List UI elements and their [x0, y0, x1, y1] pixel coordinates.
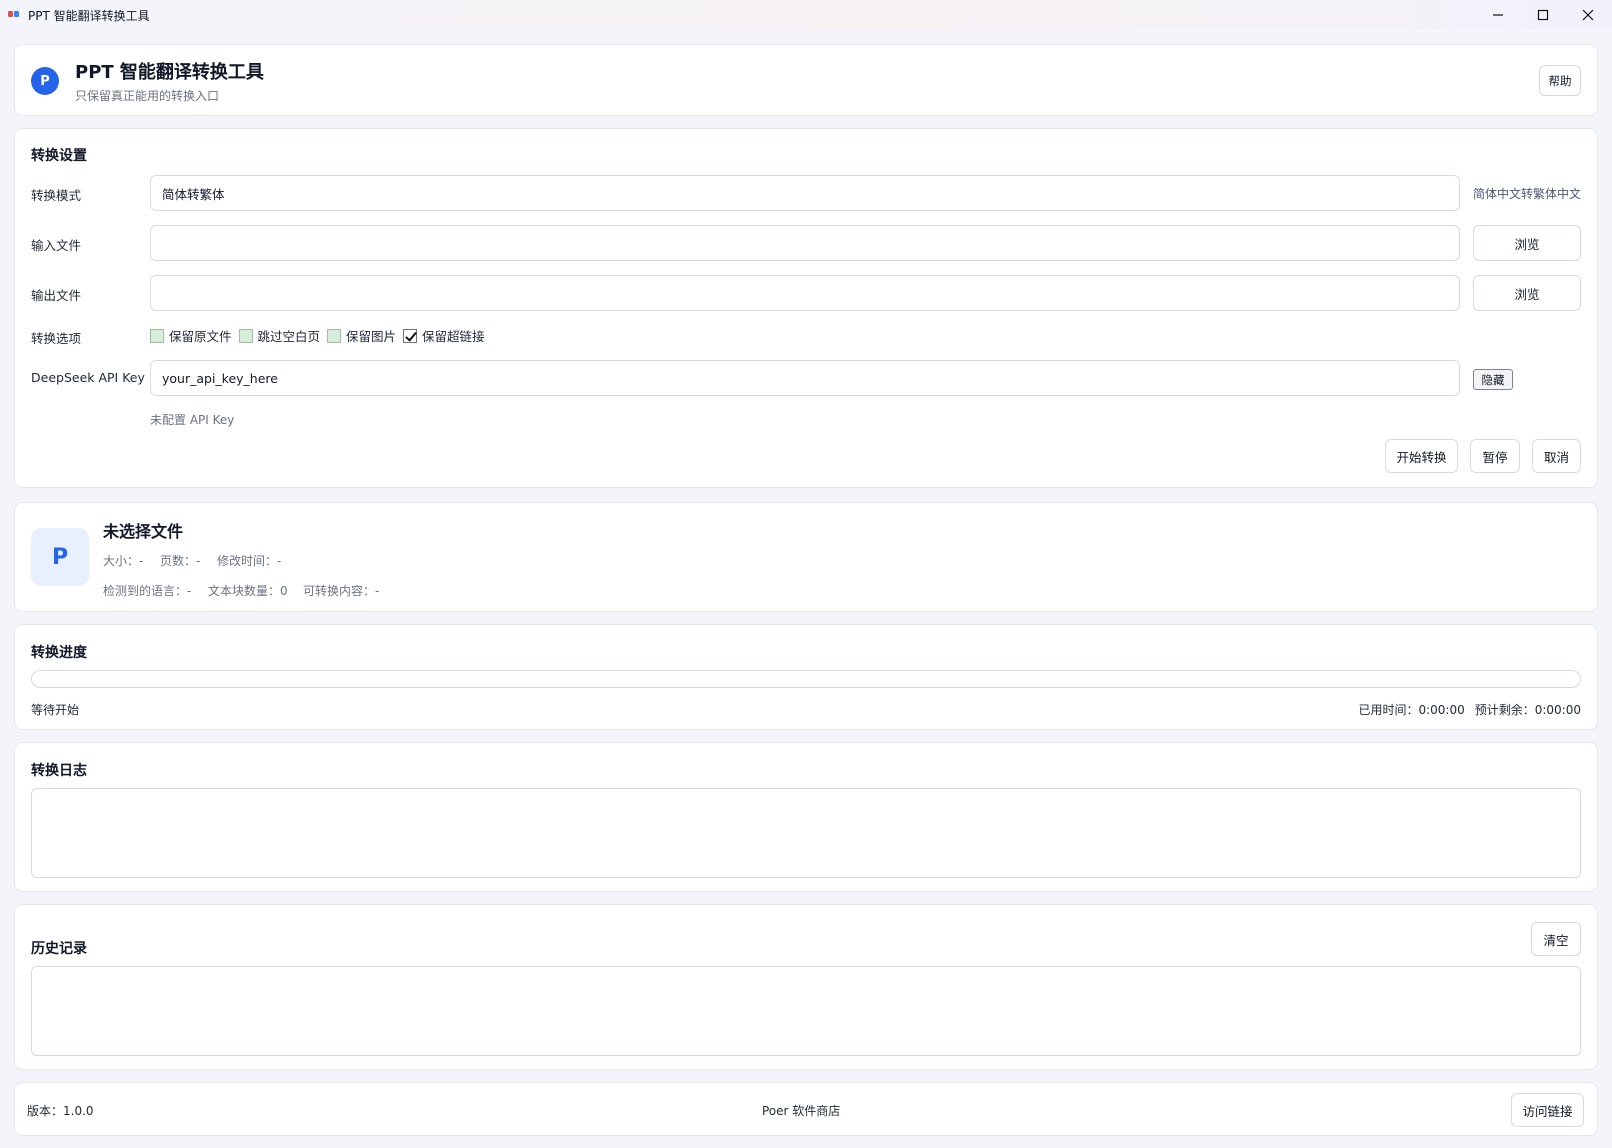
options-label: 转换选项 [31, 331, 82, 346]
progress-status: 等待开始 [31, 703, 80, 717]
mode-value: 简体转繁体 [162, 186, 225, 202]
progress-bar [31, 670, 1581, 688]
header-card: P PPT 智能翻译转换工具 只保留真正能用的转换入口 帮助 [14, 44, 1598, 116]
mode-select[interactable]: 简体转繁体 [150, 175, 1460, 211]
file-language: 检测到的语言：- [103, 584, 192, 598]
progress-times: 已用时间：0:00:00 预计剩余：0:00:00 [1358, 701, 1581, 718]
version-text: 版本：1.0.0 [27, 1104, 94, 1118]
file-name: 未选择文件 [103, 522, 184, 541]
maximize-button[interactable] [1521, 0, 1565, 30]
option-label-keep-images: 保留图片 [346, 329, 397, 344]
api-key-status: 未配置 API Key [150, 413, 235, 427]
remaining-time: 预计剩余：0:00:00 [1474, 703, 1581, 717]
options-group: 保留原文件 跳过空白页 保留图片 保留超链接 [150, 326, 492, 345]
log-textarea[interactable] [31, 788, 1581, 878]
store-name: Poer 软件商店 [762, 1104, 841, 1118]
input-browse-button[interactable]: 浏览 [1473, 225, 1581, 261]
option-checkbox-keep-original[interactable] [150, 328, 164, 343]
pause-button[interactable]: 暂停 [1470, 439, 1520, 473]
history-card: 历史记录 清空 [14, 904, 1598, 1070]
app-logo-icon [8, 9, 22, 19]
api-key-value: your_api_key_here [162, 370, 278, 386]
output-file-field[interactable] [150, 275, 1460, 311]
api-key-toggle-button[interactable]: 隐藏 [1473, 369, 1513, 390]
page-title: PPT 智能翻译转换工具 [75, 62, 264, 83]
file-pages: 页数：- [160, 554, 201, 568]
log-title: 转换日志 [31, 763, 87, 779]
start-convert-button[interactable]: 开始转换 [1385, 439, 1458, 473]
settings-card: 转换设置 转换模式 简体转繁体 简体中文转繁体中文 输入文件 浏览 输出文件 浏… [14, 128, 1598, 488]
file-convertible: 可转换内容：- [303, 584, 380, 598]
file-size: 大小：- [103, 554, 144, 568]
api-key-label: DeepSeek API Key [31, 370, 145, 385]
app-avatar: P [31, 67, 59, 95]
close-icon [1582, 9, 1594, 21]
log-card: 转换日志 [14, 742, 1598, 892]
elapsed-time: 已用时间：0:00:00 [1358, 703, 1465, 717]
mode-hint: 简体中文转繁体中文 [1473, 187, 1582, 201]
minimize-icon [1493, 14, 1503, 16]
minimize-button[interactable] [1476, 0, 1520, 30]
option-label-keep-links: 保留超链接 [422, 329, 485, 344]
window-title: PPT 智能翻译转换工具 [28, 9, 150, 23]
api-key-input[interactable]: your_api_key_here [150, 360, 1460, 396]
output-browse-button[interactable]: 浏览 [1473, 275, 1581, 311]
option-checkbox-keep-images[interactable] [327, 328, 342, 343]
input-file-label: 输入文件 [31, 238, 82, 253]
maximize-icon [1537, 9, 1549, 21]
input-file-field[interactable] [150, 225, 1460, 261]
file-modified: 修改时间：- [217, 554, 282, 568]
option-checkbox-keep-links[interactable] [403, 328, 418, 343]
close-button[interactable] [1566, 0, 1610, 30]
history-title: 历史记录 [31, 941, 87, 957]
window-titlebar: PPT 智能翻译转换工具 [0, 0, 1612, 30]
help-button[interactable]: 帮助 [1539, 65, 1581, 96]
page-subtitle: 只保留真正能用的转换入口 [75, 89, 220, 103]
progress-card: 转换进度 等待开始 已用时间：0:00:00 预计剩余：0:00:00 [14, 624, 1598, 730]
history-list[interactable] [31, 966, 1581, 1056]
file-info-card: P 未选择文件 大小：- 页数：- 修改时间：- 检测到的语言：- 文本块数量：… [14, 502, 1598, 612]
mode-label: 转换模式 [31, 188, 82, 203]
option-label-keep-original: 保留原文件 [169, 329, 232, 344]
output-file-label: 输出文件 [31, 288, 82, 303]
file-text-blocks: 文本块数量：0 [208, 584, 288, 598]
cancel-button[interactable]: 取消 [1532, 439, 1581, 473]
clear-history-button[interactable]: 清空 [1531, 922, 1581, 956]
option-label-skip-blank: 跳过空白页 [257, 329, 321, 344]
visit-link-button[interactable]: 访问链接 [1511, 1093, 1584, 1127]
file-type-icon: P [31, 528, 89, 586]
progress-title: 转换进度 [31, 645, 87, 661]
footer-card: 版本：1.0.0 Poer 软件商店 访问链接 [14, 1082, 1598, 1136]
option-checkbox-skip-blank[interactable] [238, 328, 253, 343]
settings-title: 转换设置 [31, 148, 87, 164]
